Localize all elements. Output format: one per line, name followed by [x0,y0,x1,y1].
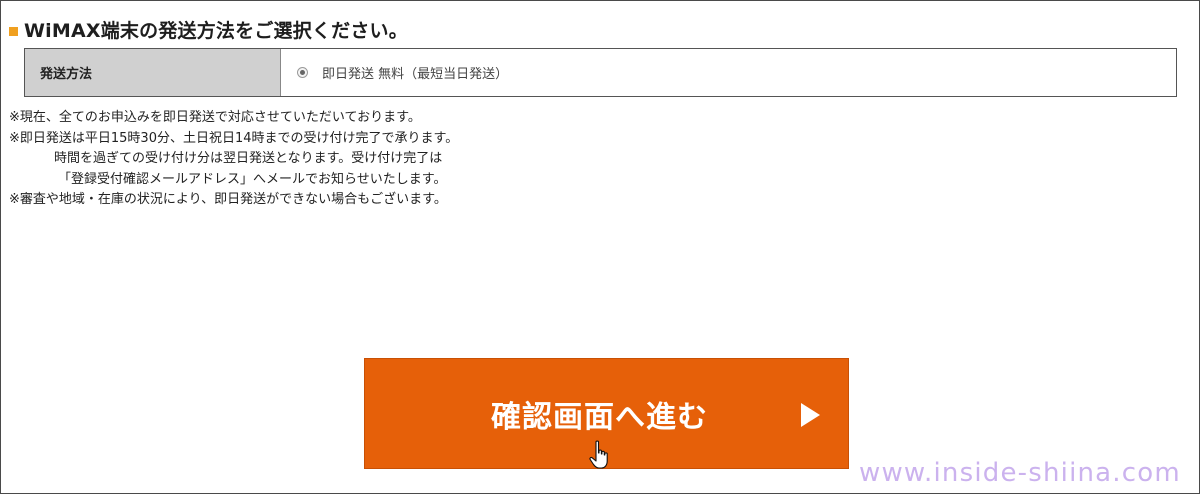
radio-selected-dot-icon [300,70,305,75]
note-line: ※現在、全てのお申込みを即日発送で対応させていただいております。 [9,110,421,125]
hand-pointer-cursor-icon [589,440,608,469]
play-triangle-icon[interactable] [801,403,820,427]
shipping-method-label-cell: 発送方法 [25,49,281,96]
note-line: 時間を過ぎての受け付け分は翌日発送となります。受け付け完了は [54,151,443,166]
note-line: ※即日発送は平日15時30分、土日祝日14時までの受け付け完了で承ります。 [9,130,459,146]
note-line: ※審査や地域・在庫の状況により、即日発送ができない場合もございます。 [9,192,447,207]
confirm-button-label[interactable]: 確認画面へ進む [491,392,708,436]
note-line: 「登録受付確認メールアドレス」へメールでお知らせいたします。 [58,171,447,187]
shipping-method-option[interactable]: 即日発送 無料（最短当日発送） [281,49,1176,96]
square-bullet-icon [9,26,18,36]
heading-title: WiMAX端末の発送方法をご選択ください。 [24,20,408,42]
shipping-notes: ※現在、全てのお申込みを即日発送で対応させていただいております。 ※即日発送は平… [9,108,458,211]
same-day-shipping-radio[interactable] [297,67,308,78]
same-day-shipping-option-label[interactable]: 即日発送 無料（最短当日発送） [322,63,508,82]
shipping-method-label: 発送方法 [40,67,93,82]
site-watermark: www.inside-shiina.com [859,458,1181,488]
shipping-method-table: 発送方法 即日発送 無料（最短当日発送） [24,48,1177,97]
section-heading: WiMAX端末の発送方法をご選択ください。 [9,16,408,43]
